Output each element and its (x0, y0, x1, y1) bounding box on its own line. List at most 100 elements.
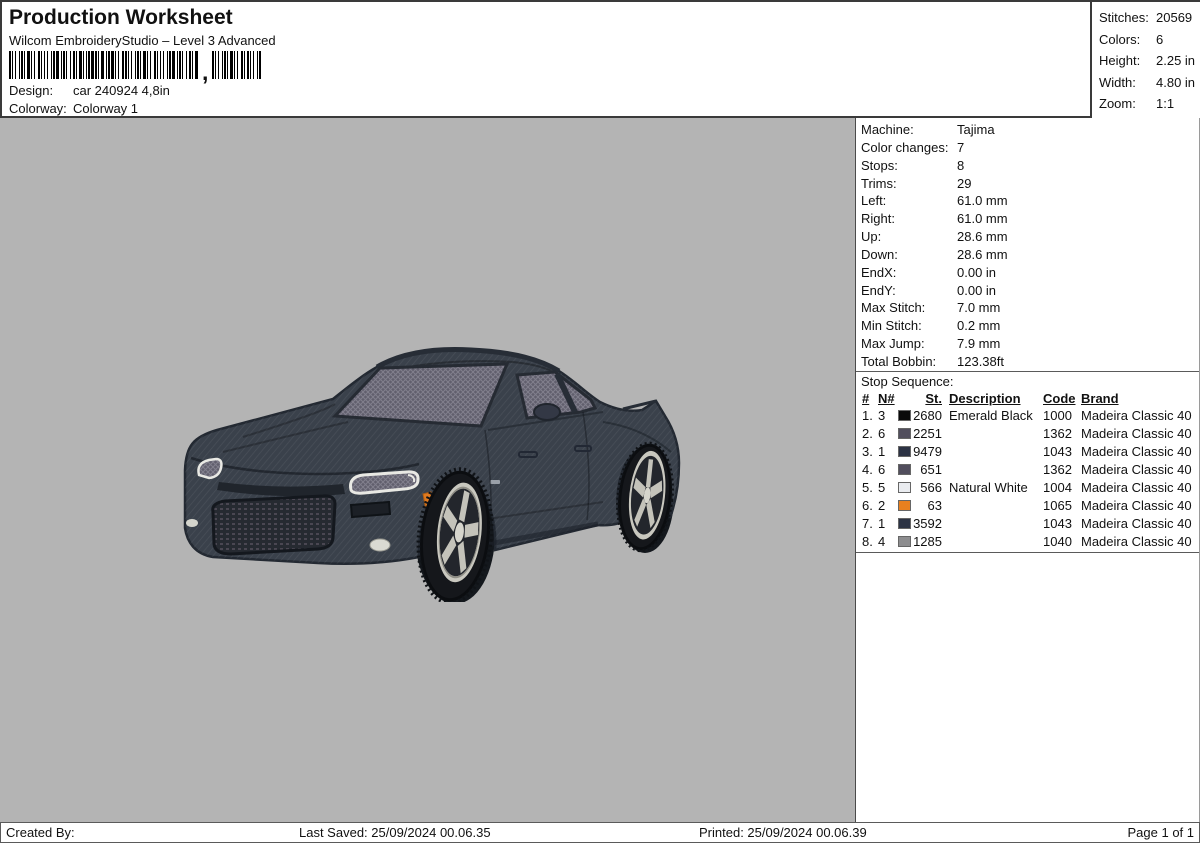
summary-value: 2.25 in (1156, 53, 1196, 68)
machine-info-label: Down: (861, 246, 898, 262)
cell-description: Natural White (949, 480, 1028, 495)
machine-info-label: Stops: (861, 157, 898, 173)
stop-sequence-table: # N# St. Description Code Brand 1. 3 268… (856, 390, 1199, 551)
cell-stitches: 651 (920, 462, 942, 477)
table-row: 3. 1 9479 1043 Madeira Classic 40 (856, 443, 1199, 461)
cell-needle: 6 (878, 426, 886, 441)
summary-label: Zoom: (1099, 96, 1136, 111)
column-header-needle: N# (878, 391, 895, 406)
cell-description: Emerald Black (949, 408, 1033, 423)
machine-info-value: 28.6 mm (957, 229, 1008, 245)
cell-stitches: 9479 (913, 444, 942, 459)
machine-info-row: Down: 28.6 mm (856, 246, 1199, 264)
cell-code: 1040 (1043, 534, 1072, 549)
header-box: Production Worksheet Wilcom EmbroiderySt… (0, 0, 1200, 118)
cell-needle: 6 (878, 462, 886, 477)
machine-info-row: Machine: Tajima (856, 121, 1199, 139)
machine-info-value: 0.00 in (957, 264, 997, 280)
machine-info-label: Color changes: (861, 139, 949, 155)
page-title: Production Worksheet (9, 6, 233, 29)
summary-value: 20569 (1156, 10, 1193, 25)
cell-stitches: 2680 (913, 408, 942, 423)
barcode-comma: , (202, 59, 209, 85)
cell-needle: 3 (878, 408, 886, 423)
table-row: 7. 1 3592 1043 Madeira Classic 40 (856, 515, 1199, 533)
cell-brand: Madeira Classic 40 (1081, 516, 1192, 531)
summary-row: Stitches: 20569 (1092, 7, 1200, 29)
table-row: 8. 4 1285 1040 Madeira Classic 40 (856, 533, 1199, 551)
software-subtitle: Wilcom EmbroideryStudio – Level 3 Advanc… (9, 33, 276, 48)
design-summary-box: Stitches: 20569 Colors: 6 Height: 2.25 i… (1090, 2, 1200, 118)
machine-info-value: Tajima (957, 122, 995, 137)
cell-code: 1000 (1043, 408, 1072, 423)
footer-bar: Created By: Last Saved: 25/09/2024 00.06… (0, 822, 1200, 843)
cell-code: 1065 (1043, 498, 1072, 513)
machine-info-row: Trims: 29 (856, 175, 1199, 193)
cell-brand: Madeira Classic 40 (1081, 444, 1192, 459)
cell-needle: 4 (878, 534, 886, 549)
machine-info-row: EndX: 0.00 in (856, 264, 1199, 282)
table-row: 4. 6 651 1362 Madeira Classic 40 (856, 461, 1199, 479)
design-label: Design: (9, 83, 54, 98)
cell-code: 1043 (1043, 444, 1072, 459)
machine-panel: Machine: Tajima Color changes: 7 Stops: … (855, 118, 1200, 822)
machine-info-list: Machine: Tajima Color changes: 7 Stops: … (856, 121, 1199, 371)
cell-num: 5. (862, 480, 873, 495)
machine-info-value: 7 (957, 139, 965, 155)
machine-info-label: Max Stitch: (861, 300, 926, 316)
cell-num: 2. (862, 426, 873, 441)
barcode-segment-1 (9, 51, 199, 79)
machine-info-label: Right: (861, 211, 895, 227)
machine-info-label: Trims: (861, 175, 897, 191)
summary-row: Colors: 6 (1092, 29, 1200, 51)
cell-stitches: 566 (920, 480, 942, 495)
cell-num: 3. (862, 444, 873, 459)
machine-info-row: Max Stitch: 7.0 mm (856, 299, 1199, 317)
cell-code: 1004 (1043, 480, 1072, 495)
footer-last-saved: Last Saved: 25/09/2024 00.06.35 (299, 825, 491, 840)
machine-info-row: Max Jump: 7.9 mm (856, 335, 1199, 353)
cell-num: 4. (862, 462, 873, 477)
cell-num: 8. (862, 534, 873, 549)
cell-stitches: 63 (927, 498, 942, 513)
cell-brand: Madeira Classic 40 (1081, 408, 1192, 423)
footer-page-number: Page 1 of 1 (1127, 825, 1195, 840)
column-header-brand: Brand (1081, 391, 1119, 406)
cell-num: 7. (862, 516, 873, 531)
column-header-num: # (862, 391, 870, 406)
machine-info-label: Up: (861, 229, 882, 245)
cell-needle: 2 (878, 498, 886, 513)
machine-info-row: Up: 28.6 mm (856, 228, 1199, 246)
machine-info-row: Right: 61.0 mm (856, 210, 1199, 228)
machine-info-value: 29 (957, 175, 972, 191)
cell-num: 6. (862, 498, 873, 513)
machine-info-value: 7.9 mm (957, 336, 1001, 352)
machine-info-label: Max Jump: (861, 336, 925, 352)
barcode: , (9, 51, 262, 85)
stop-sequence-title: Stop Sequence: (861, 374, 954, 389)
cell-code: 1362 (1043, 462, 1072, 477)
summary-label: Height: (1099, 53, 1141, 68)
cell-brand: Madeira Classic 40 (1081, 480, 1192, 495)
divider (856, 552, 1199, 553)
column-header-description: Description (949, 391, 1021, 406)
cell-stitches: 1285 (913, 534, 942, 549)
summary-label: Stitches: (1099, 10, 1149, 25)
colorway-row: Colorway: Colorway 1 (9, 101, 138, 116)
machine-info-row: Total Bobbin: 123.38ft (856, 353, 1199, 371)
cell-code: 1362 (1043, 426, 1072, 441)
cell-num: 1. (862, 408, 873, 423)
table-row: 2. 6 2251 1362 Madeira Classic 40 (856, 425, 1199, 443)
cell-needle: 1 (878, 444, 886, 459)
design-row: Design: car 240924 4,8in (9, 83, 170, 98)
divider (856, 371, 1199, 372)
summary-row: Width: 4.80 in (1092, 72, 1200, 94)
cell-brand: Madeira Classic 40 (1081, 534, 1192, 549)
cell-brand: Madeira Classic 40 (1081, 498, 1192, 513)
design-value: car 240924 4,8in (73, 83, 170, 98)
colorway-value: Colorway 1 (73, 101, 139, 116)
machine-info-value: 123.38ft (957, 353, 1004, 369)
column-header-code: Code (1043, 391, 1076, 406)
machine-info-value: 0.2 mm (957, 318, 1001, 334)
cell-code: 1043 (1043, 516, 1072, 531)
